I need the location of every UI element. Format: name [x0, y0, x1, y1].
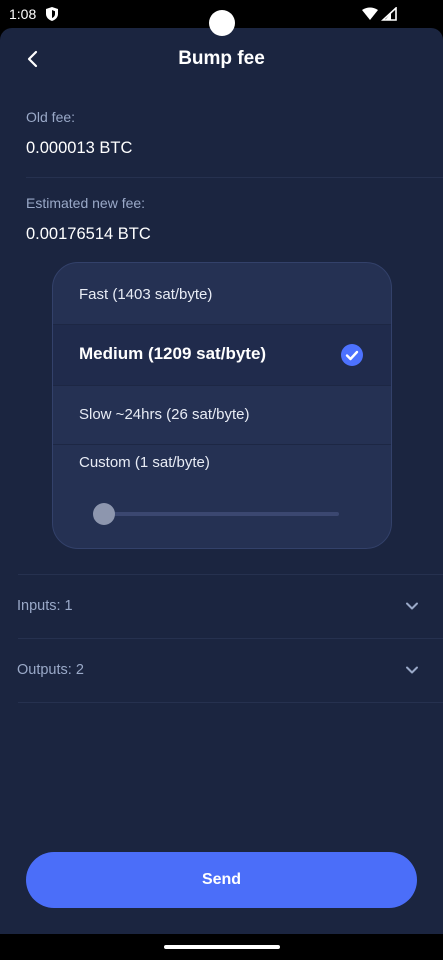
inputs-row[interactable]: Inputs: 1 [0, 575, 443, 638]
fee-options-card: Fast (1403 sat/byte) Medium (1209 sat/by… [52, 262, 392, 549]
send-button[interactable]: Send [26, 852, 417, 908]
fee-option-label: Slow ~24hrs (26 sat/byte) [79, 406, 250, 423]
fee-option-label: Medium (1209 sat/byte) [79, 344, 267, 363]
status-time: 1:08 [9, 6, 37, 22]
shield-icon [46, 7, 58, 21]
page-title: Bump fee [178, 48, 265, 69]
check-icon [341, 344, 363, 366]
fee-option-label: Fast (1403 sat/byte) [79, 286, 213, 303]
divider [26, 177, 443, 178]
wifi-signal-icon [362, 7, 397, 21]
divider [18, 702, 443, 703]
new-fee-value: 0.00176514 BTC [26, 225, 151, 243]
custom-fee-slider-thumb[interactable] [93, 503, 115, 525]
fee-option-label: Custom (1 sat/byte) [79, 454, 210, 471]
outputs-label: Outputs: 2 [17, 662, 84, 678]
chevron-down-icon [406, 602, 418, 610]
old-fee-label: Old fee: [26, 109, 76, 125]
fee-option-medium[interactable]: Medium (1209 sat/byte) [53, 325, 391, 385]
custom-fee-slider-track[interactable] [103, 512, 339, 516]
fee-option-fast[interactable]: Fast (1403 sat/byte) [53, 263, 391, 324]
inputs-label: Inputs: 1 [17, 598, 73, 614]
old-fee-value: 0.000013 BTC [26, 139, 133, 157]
home-indicator[interactable] [164, 945, 280, 949]
new-fee-label: Estimated new fee: [26, 195, 146, 211]
fee-option-custom[interactable]: Custom (1 sat/byte) [53, 445, 391, 485]
chevron-down-icon [406, 666, 418, 674]
camera-cutout [209, 10, 235, 36]
fee-option-slow[interactable]: Slow ~24hrs (26 sat/byte) [53, 386, 391, 444]
outputs-row[interactable]: Outputs: 2 [0, 639, 443, 702]
